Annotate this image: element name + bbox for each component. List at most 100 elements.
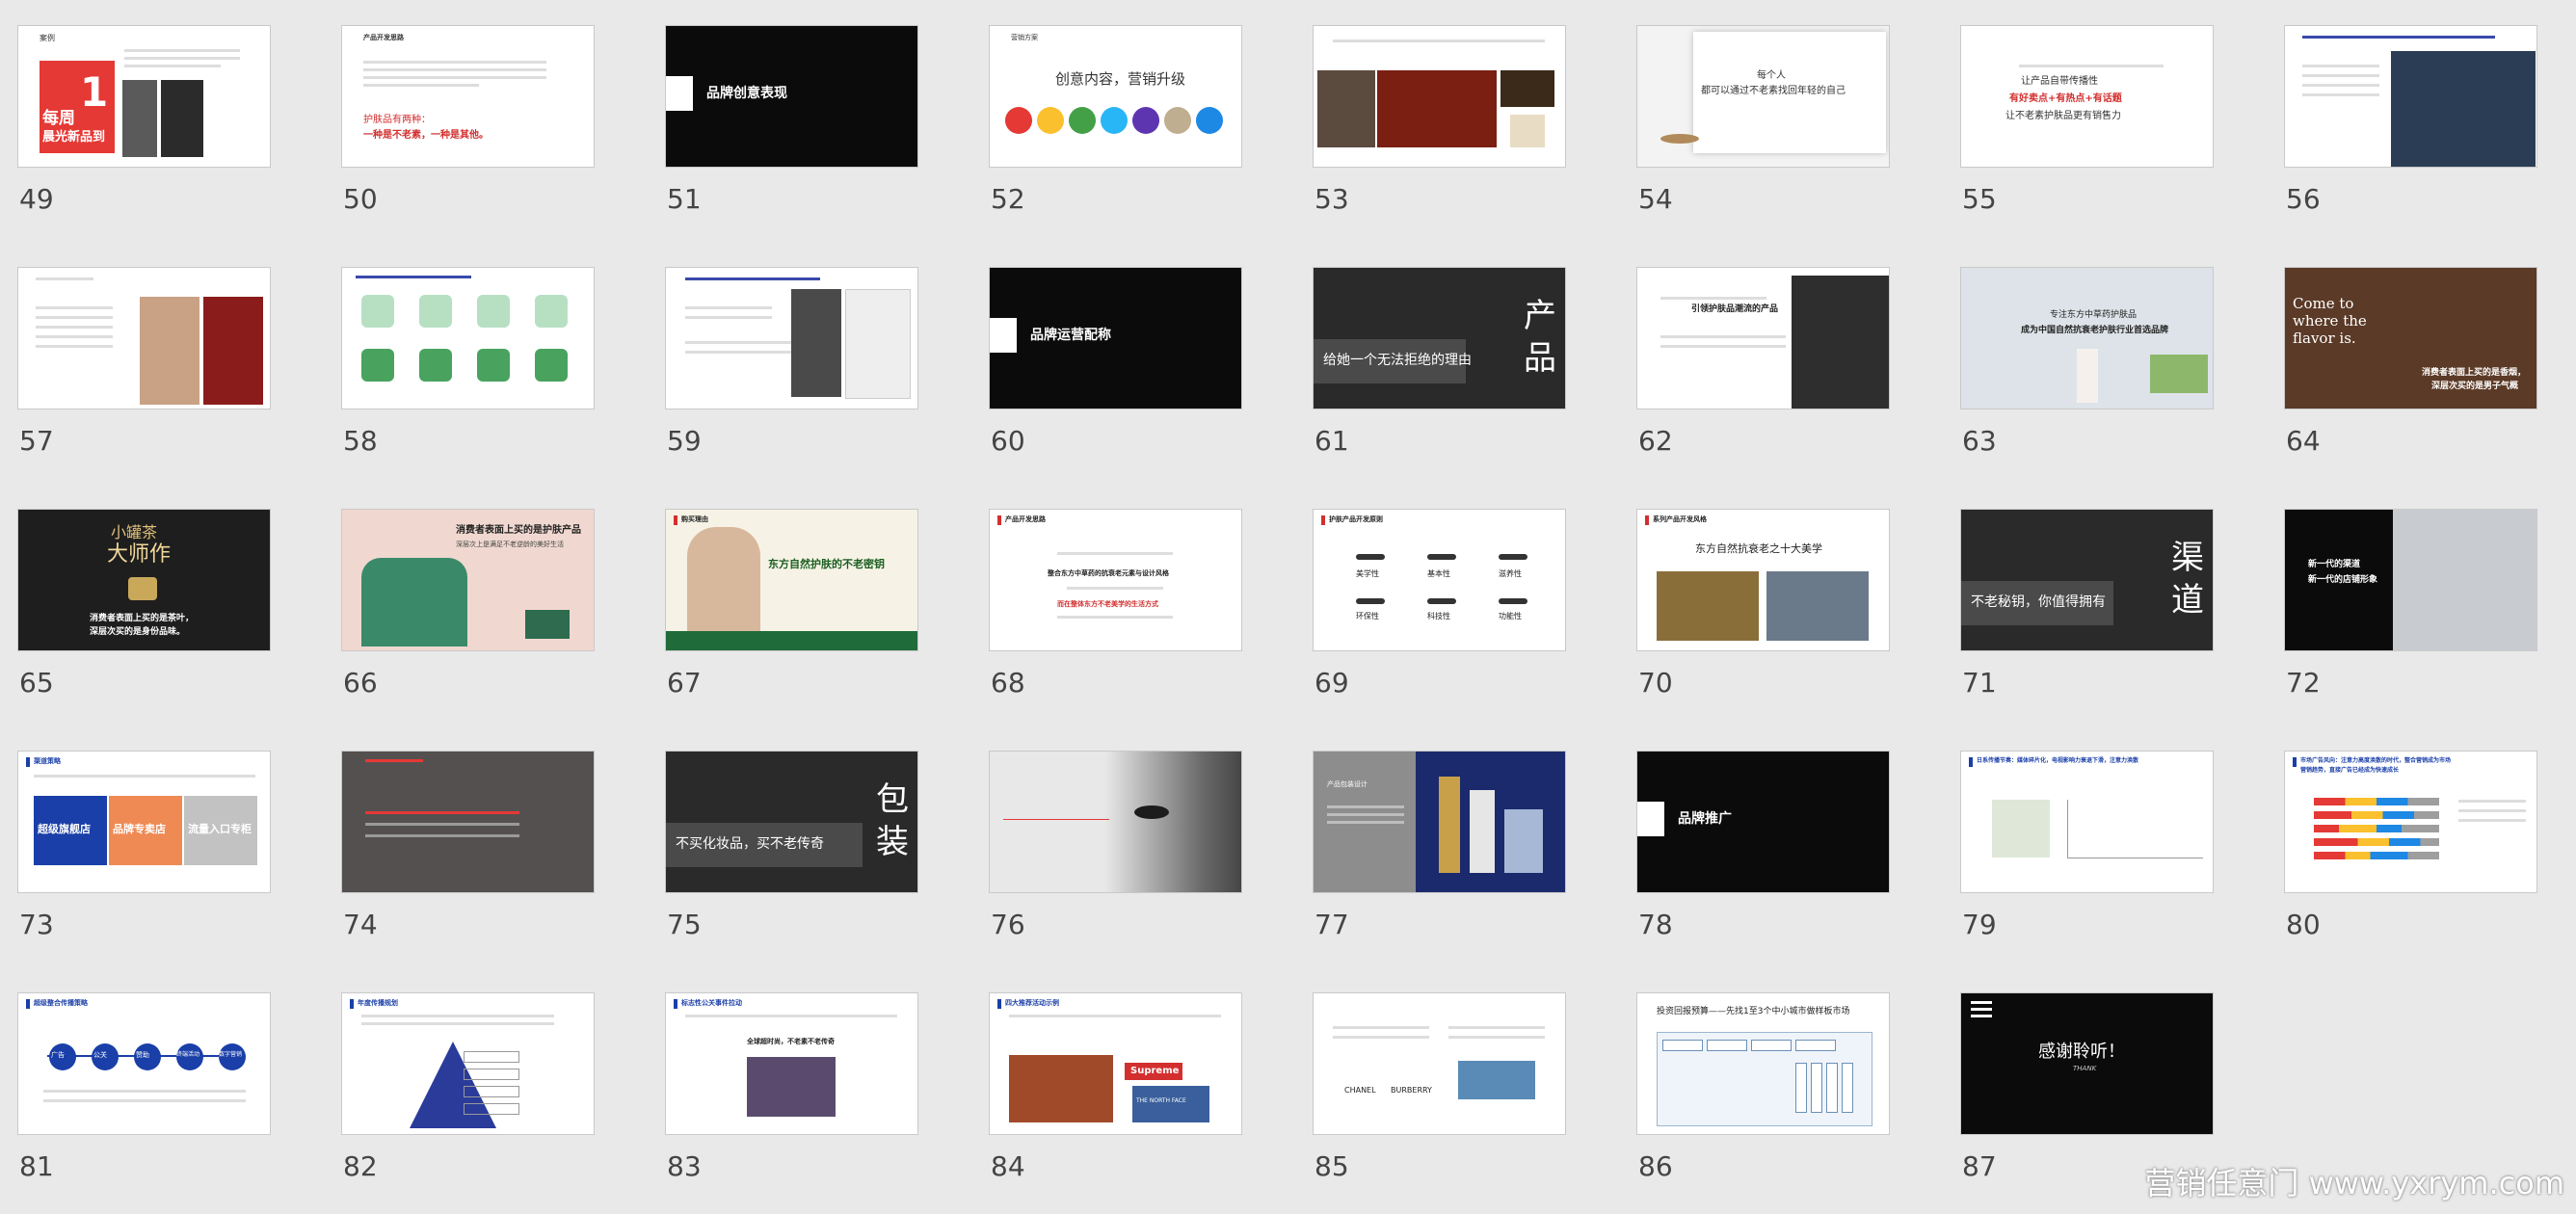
slide-66-thumbnail[interactable]: 消费者表面上买的是护肤产品 深层次上是满足不老逆龄的美好生活 [341, 509, 595, 651]
slide-57-thumbnail[interactable] [17, 267, 271, 409]
slide-57[interactable]: 57 [17, 267, 273, 488]
slide-58[interactable]: 58 [341, 267, 597, 488]
slide-65[interactable]: 小罐茶 大师作 消费者表面上买的是茶叶， 深层次买的是身份品味。 65 [17, 509, 273, 730]
slide-64-thumbnail[interactable]: Come to where the flavor is. 消费者表面上买的是香烟… [2284, 267, 2537, 409]
slide-51-thumbnail[interactable]: 品牌创意表现 [665, 25, 918, 168]
slide-78-thumbnail[interactable]: 品牌推广 [1636, 751, 1890, 893]
slide-81[interactable]: 超级整合传播策略 广告 公关 赞助 终端活动 数字营销 81 [17, 992, 273, 1214]
text-line [365, 811, 519, 814]
slide-76-thumbnail[interactable] [989, 751, 1242, 893]
slide-55-thumbnail[interactable]: 让产品自带传播性 有好卖点+有热点+有话题 让不老素护肤品更有销售力 [1960, 25, 2214, 168]
red-heading: 护肤品有两种： [363, 115, 431, 125]
slide-74[interactable]: 74 [341, 751, 597, 972]
slide-64[interactable]: Come to where the flavor is. 消费者表面上买的是香烟… [2284, 267, 2539, 488]
slide-82[interactable]: 年度传播规划 82 [341, 992, 597, 1214]
slide-70-thumbnail[interactable]: 系列产品开发风格 东方自然抗衰老之十大美学 [1636, 509, 1890, 651]
slide-50[interactable]: 产品开发思路 护肤品有两种： 一种是不老素，一种是其他。 50 [341, 25, 597, 247]
text-line [685, 306, 772, 309]
slide-52-thumbnail[interactable]: 营销方案 创意内容，营销升级 [989, 25, 1242, 168]
slide-73[interactable]: 渠道策略 超级旗舰店 品牌专卖店 流量入口专柜 73 [17, 751, 273, 972]
slide-72-thumbnail[interactable]: 新一代的渠道 新一代的店铺形象 [2284, 509, 2537, 651]
slide-number: 65 [19, 667, 54, 699]
slide-66[interactable]: 消费者表面上买的是护肤产品 深层次上是满足不老逆龄的美好生活 66 [341, 509, 597, 730]
slide-49-thumbnail[interactable]: 案例 每周 1 晨光新品到 [17, 25, 271, 168]
slide-83-thumbnail[interactable]: 标志性公关事件拉动 全球超时尚，不老素不老传奇 [665, 992, 918, 1135]
title-marker [26, 999, 30, 1009]
slide-62[interactable]: 引领护肤品潮流的产品 62 [1636, 267, 1892, 488]
slide-81-thumbnail[interactable]: 超级整合传播策略 广告 公关 赞助 终端活动 数字营销 [17, 992, 271, 1135]
slide-83[interactable]: 标志性公关事件拉动 全球超时尚，不老素不老传奇 83 [665, 992, 920, 1214]
slide-75-thumbnail[interactable]: 不买化妆品，买不老传奇 包 装 [665, 751, 918, 893]
slide-73-thumbnail[interactable]: 渠道策略 超级旗舰店 品牌专卖店 流量入口专柜 [17, 751, 271, 893]
slide-49[interactable]: 案例 每周 1 晨光新品到 49 [17, 25, 273, 247]
slide-68[interactable]: 产品开发思路 整合东方中草药的抗衰老元素与设计风格 而在整体东方不老美学的生活方… [989, 509, 1244, 730]
person-photo [791, 289, 841, 397]
slide-86[interactable]: 投资回报预算——先找1至3个中小城市做样板市场 86 [1636, 992, 1892, 1214]
slide-63-thumbnail[interactable]: 专注东方中草药护肤品 成为中国自然抗衰老护肤行业首选品牌 [1960, 267, 2214, 409]
circle-label: 公关 [93, 1051, 107, 1059]
figure-graphic [2077, 349, 2098, 403]
slide-65-thumbnail[interactable]: 小罐茶 大师作 消费者表面上买的是茶叶， 深层次买的是身份品味。 [17, 509, 271, 651]
slide-53[interactable]: 53 [1313, 25, 1568, 247]
slide-79[interactable]: 日系传播节奏：媒体碎片化，电视影响力衰退下滑，注意力涣散 79 [1960, 751, 2216, 972]
slide-56-thumbnail[interactable] [2284, 25, 2537, 168]
slide-67-thumbnail[interactable]: 购买理由 东方自然护肤的不老密钥 [665, 509, 918, 651]
slide-82-thumbnail[interactable]: 年度传播规划 [341, 992, 595, 1135]
slide-number: 75 [667, 909, 702, 940]
slide-77[interactable]: 产品包装设计 77 [1313, 751, 1568, 972]
red-poster: 每周 1 晨光新品到 [40, 61, 115, 153]
slide-title: 四大推荐活动示例 [1005, 999, 1059, 1007]
slide-75[interactable]: 不买化妆品，买不老传奇 包 装 75 [665, 751, 920, 972]
slide-69-thumbnail[interactable]: 护肤产品开发原则 美学性 基本性 滋养性 环保性 科技性 功能性 [1313, 509, 1566, 651]
pill [1356, 598, 1385, 604]
slide-78[interactable]: 品牌推广 78 [1636, 751, 1892, 972]
slide-84-thumbnail[interactable]: 四大推荐活动示例 Supreme THE NORTH FACE [989, 992, 1242, 1135]
slide-number: 54 [1638, 183, 1673, 215]
slide-86-thumbnail[interactable]: 投资回报预算——先找1至3个中小城市做样板市场 [1636, 992, 1890, 1135]
slide-70[interactable]: 系列产品开发风格 东方自然抗衰老之十大美学 70 [1636, 509, 1892, 730]
screenshot-photo [845, 289, 911, 399]
slide-63[interactable]: 专注东方中草药护肤品 成为中国自然抗衰老护肤行业首选品牌 63 [1960, 267, 2216, 488]
slide-85-thumbnail[interactable]: CHANEL BURBERRY [1313, 992, 1566, 1135]
slide-67[interactable]: 购买理由 东方自然护肤的不老密钥 67 [665, 509, 920, 730]
group-photo [361, 558, 467, 647]
text-line [1660, 345, 1786, 348]
slide-80[interactable]: 市场广告风向：注意力高度涣散的时代，整合营销成为市场 营销趋势，直接广告已经成为… [2284, 751, 2539, 972]
slide-55[interactable]: 让产品自带传播性 有好卖点+有热点+有话题 让不老素护肤品更有销售力 55 [1960, 25, 2216, 247]
circle-label: 终端活动 [176, 1051, 200, 1058]
slide-sorter-grid: 案例 每周 1 晨光新品到 49 产品开发思路 护肤品有两种： 一种是不老素，一… [0, 0, 2576, 1213]
stacked-bar [2314, 811, 2439, 819]
slide-54[interactable]: 每个人 都可以通过不老素找回年轻的自己 54 [1636, 25, 1892, 247]
slide-76[interactable]: 76 [989, 751, 1244, 972]
slide-52[interactable]: 营销方案 创意内容，营销升级 52 [989, 25, 1244, 247]
color-circle-row [999, 103, 1235, 142]
slide-74-thumbnail[interactable] [341, 751, 595, 893]
slide-87-thumbnail[interactable]: 感谢聆听！ THANK [1960, 992, 2214, 1135]
slide-number: 66 [343, 667, 378, 699]
slide-59[interactable]: 59 [665, 267, 920, 488]
slide-69[interactable]: 护肤产品开发原则 美学性 基本性 滋养性 环保性 科技性 功能性 69 [1313, 509, 1568, 730]
slide-71[interactable]: 不老秘钥，你值得拥有 渠 道 71 [1960, 509, 2216, 730]
slide-59-thumbnail[interactable] [665, 267, 918, 409]
slide-51[interactable]: 品牌创意表现 51 [665, 25, 920, 247]
slide-84[interactable]: 四大推荐活动示例 Supreme THE NORTH FACE 84 [989, 992, 1244, 1214]
channel-circle: 数字营销 [219, 1043, 246, 1070]
slide-54-thumbnail[interactable]: 每个人 都可以通过不老素找回年轻的自己 [1636, 25, 1890, 168]
slide-62-thumbnail[interactable]: 引领护肤品潮流的产品 [1636, 267, 1890, 409]
slide-56[interactable]: 56 [2284, 25, 2539, 247]
slide-80-thumbnail[interactable]: 市场广告风向：注意力高度涣散的时代，整合营销成为市场 营销趋势，直接广告已经成为… [2284, 751, 2537, 893]
slide-85[interactable]: CHANEL BURBERRY 85 [1313, 992, 1568, 1214]
slide-72[interactable]: 新一代的渠道 新一代的店铺形象 72 [2284, 509, 2539, 730]
flow-box [1751, 1040, 1792, 1051]
slide-71-thumbnail[interactable]: 不老秘钥，你值得拥有 渠 道 [1960, 509, 2214, 651]
slide-68-thumbnail[interactable]: 产品开发思路 整合东方中草药的抗衰老元素与设计风格 而在整体东方不老美学的生活方… [989, 509, 1242, 651]
slide-60-thumbnail[interactable]: 品牌运营配称 [989, 267, 1242, 409]
slide-79-thumbnail[interactable]: 日系传播节奏：媒体碎片化，电视影响力衰退下滑，注意力涣散 [1960, 751, 2214, 893]
slide-61-thumbnail[interactable]: 给她一个无法拒绝的理由 产 品 [1313, 267, 1566, 409]
slide-58-thumbnail[interactable] [341, 267, 595, 409]
slide-60[interactable]: 品牌运营配称 60 [989, 267, 1244, 488]
slide-61[interactable]: 给她一个无法拒绝的理由 产 品 61 [1313, 267, 1568, 488]
slide-77-thumbnail[interactable]: 产品包装设计 [1313, 751, 1566, 893]
slide-50-thumbnail[interactable]: 产品开发思路 护肤品有两种： 一种是不老素，一种是其他。 [341, 25, 595, 168]
slide-53-thumbnail[interactable] [1313, 25, 1566, 168]
